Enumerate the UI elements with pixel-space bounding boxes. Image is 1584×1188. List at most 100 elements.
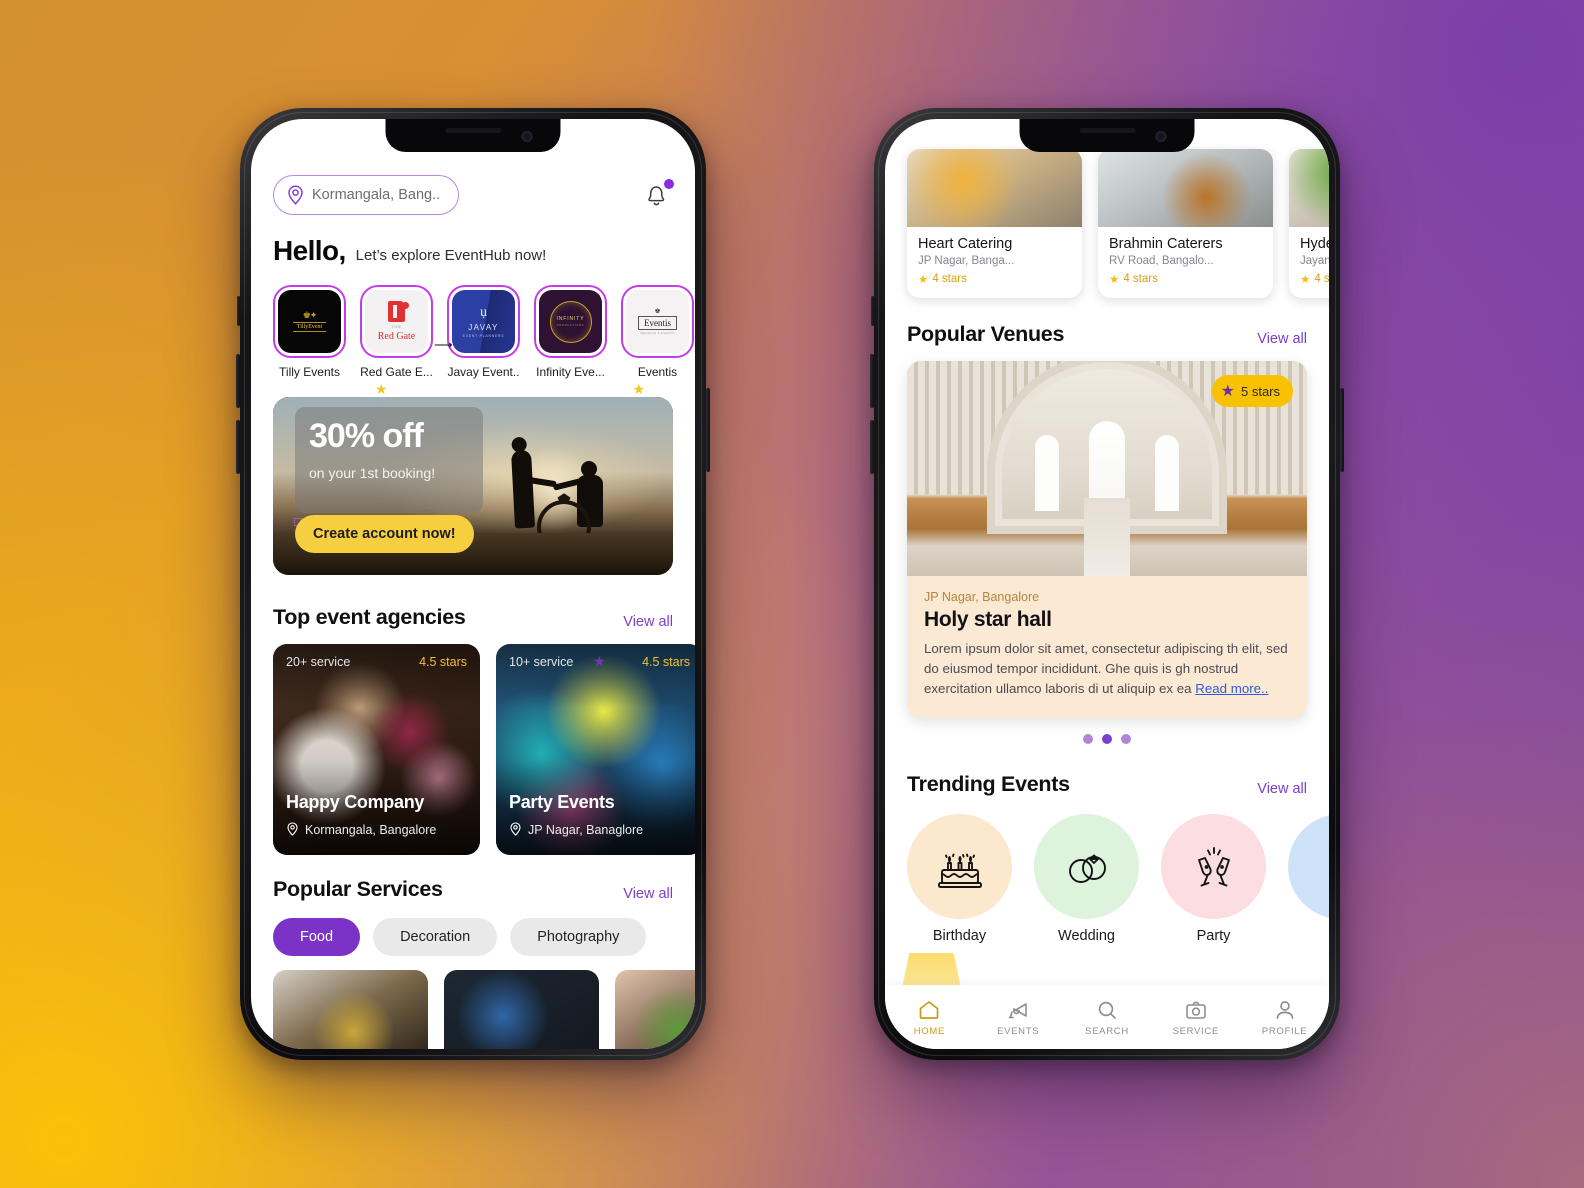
star-icon: ★ (1109, 274, 1120, 286)
tab-events[interactable]: EVENTS (974, 998, 1063, 1037)
carousel-dot[interactable] (1083, 733, 1093, 744)
agency-tile[interactable]: ♚✦ TillyEvent Tilly Events (273, 285, 346, 379)
create-account-button[interactable]: Create account now! (295, 515, 474, 553)
greeting-row: Hello, Let’s explore EventHub now! (251, 215, 695, 267)
tab-label: SERVICE (1172, 1025, 1219, 1037)
carousel-dots[interactable] (885, 718, 1329, 744)
tab-label: PROFILE (1261, 1025, 1308, 1037)
top-agencies-list[interactable]: 20+ service 4.5 stars Happy Company Korm… (251, 630, 695, 855)
cathedral-window (1155, 435, 1179, 511)
volume-up-button[interactable] (870, 354, 874, 408)
greeting-title: Hello, (273, 235, 346, 266)
volume-up-button[interactable] (236, 354, 240, 408)
location-selector[interactable]: Kormangala, Bang.. (273, 175, 460, 215)
agency-tile[interactable]: THE Red Gate Red Gate E... (360, 285, 433, 379)
service-image-strip[interactable] (251, 956, 695, 1049)
service-count: 10+ service (509, 655, 574, 669)
tab-profile[interactable]: PROFILE (1240, 998, 1329, 1037)
venue-details: JP Nagar, Bangalore Holy star hall Lorem… (907, 576, 1307, 718)
mute-switch[interactable] (237, 296, 240, 326)
home-icon (917, 998, 941, 1022)
promo-banner[interactable]: 30% off on your 1st booking! ☐ ◯ Create … (273, 397, 673, 575)
banner-text-panel: 30% off on your 1st booking! (295, 407, 483, 513)
agency-logo: ♚ Eventis WEDDING & EVENTS (621, 285, 694, 358)
agency-logo: ♚✦ TillyEvent (273, 285, 346, 358)
carousel-dot[interactable] (1121, 733, 1131, 744)
promo-banner-wrap: ★ ★ 30% off on your 1st booking! ☐ (251, 379, 695, 575)
banner-subtitle: on your 1st booking! (309, 464, 436, 481)
trending-event-label: Party (1196, 927, 1231, 944)
agency-tile[interactable]: ⟶ ụ JAVAY EVENT PLANNERS Javay Event.. (434, 285, 520, 379)
phone-mockup-left: Kormangala, Bang.. Hello, Let’s explore … (236, 108, 710, 1060)
trending-event-wedding[interactable]: Wedding (1034, 813, 1139, 944)
star-icon: ★ (375, 381, 388, 397)
agency-card-name: Happy Company (286, 792, 425, 812)
tab-service[interactable]: SERVICE (1151, 998, 1240, 1037)
caterer-card[interactable]: Hyder C Jayanager, ★ 4 stars (1289, 149, 1329, 298)
trending-events-header: Trending Events View all (885, 772, 1329, 797)
phone-mockup-right: Heart Catering JP Nagar, Banga... ★ 4 st… (870, 108, 1344, 1060)
agency-card[interactable]: 10+ service 4.5 stars ★ Party Events JP … (496, 644, 695, 855)
chip-food[interactable]: Food (273, 918, 361, 956)
search-icon (1095, 998, 1119, 1022)
service-card[interactable] (273, 970, 428, 1049)
star-icon: ★ (593, 653, 606, 669)
agency-logo-strip[interactable]: ♚✦ TillyEvent Tilly Events THE Red Gate (251, 267, 695, 379)
cathedral-aisle (1084, 498, 1130, 576)
caterer-card[interactable]: Brahmin Caterers RV Road, Bangalo... ★ 4… (1098, 149, 1273, 298)
screen-left: Kormangala, Bang.. Hello, Let’s explore … (251, 119, 695, 1049)
tab-home[interactable]: HOME (885, 998, 974, 1037)
trending-event-birthday[interactable]: Birthday (907, 813, 1012, 944)
tab-search[interactable]: SEARCH (1063, 998, 1152, 1037)
agency-logo: ụ JAVAY EVENT PLANNERS (447, 285, 520, 358)
agency-logo: THE Red Gate (360, 285, 433, 358)
megaphone-icon (1006, 998, 1030, 1022)
read-more-link[interactable]: Read more.. (1195, 681, 1268, 696)
popular-services-header: Popular Services View all (251, 877, 695, 902)
person-silhouette (510, 449, 536, 529)
chip-photography[interactable]: Photography (510, 918, 647, 956)
view-all-link[interactable]: View all (623, 886, 673, 902)
trending-event-label: Wedding (1058, 927, 1115, 944)
star-icon: ★ (1220, 383, 1235, 400)
caterer-name: Heart Catering (918, 236, 1013, 252)
venue-name: Holy star hall (924, 608, 1052, 631)
caterer-location: JP Nagar, Banga... (918, 255, 1015, 267)
carousel-dot-active[interactable] (1102, 733, 1112, 744)
speaker-grille (1079, 128, 1135, 133)
home-screen-scrolled: Heart Catering JP Nagar, Banga... ★ 4 st… (885, 119, 1329, 1049)
view-all-link[interactable]: View all (623, 614, 673, 630)
power-button[interactable] (706, 388, 710, 472)
camera-icon (1184, 998, 1208, 1022)
chip-decoration[interactable]: Decoration (373, 918, 498, 956)
service-card[interactable] (444, 970, 599, 1049)
caterer-rating: ★ 4 stars (1300, 273, 1329, 286)
service-category-chips[interactable]: Food Decoration Photography (251, 902, 695, 956)
location-label: Kormangala, Bang.. (312, 187, 441, 203)
trending-event-party[interactable]: Party (1161, 813, 1266, 944)
rating-label: 4.5 stars (642, 655, 690, 669)
top-agencies-header: Top event agencies View all (251, 605, 695, 630)
power-button[interactable] (1340, 388, 1344, 472)
star-icon: ★ (1300, 274, 1311, 286)
mute-switch[interactable] (871, 296, 874, 326)
agency-card[interactable]: 20+ service 4.5 stars Happy Company Korm… (273, 644, 480, 855)
notification-button[interactable] (643, 179, 674, 211)
volume-down-button[interactable] (236, 420, 240, 474)
person-icon (1273, 998, 1297, 1022)
trending-events-list[interactable]: Birthday Wedding Party (885, 797, 1329, 944)
caterer-card[interactable]: Heart Catering JP Nagar, Banga... ★ 4 st… (907, 149, 1082, 298)
view-all-link[interactable]: View all (1257, 331, 1307, 347)
volume-down-button[interactable] (870, 420, 874, 474)
view-all-link[interactable]: View all (1257, 781, 1307, 797)
trending-event-partial[interactable] (1288, 813, 1329, 944)
agency-tile[interactable]: ♚ Eventis WEDDING & EVENTS Eventis (621, 285, 694, 379)
champagne-glasses-icon (1186, 838, 1242, 894)
service-card[interactable] (615, 970, 695, 1049)
bottom-tab-bar[interactable]: HOME EVENTS SEARCH SERVICE PROFILE (885, 985, 1329, 1049)
venue-card[interactable]: ★ 5 stars JP Nagar, Bangalore Holy star … (907, 361, 1307, 718)
section-title: Top event agencies (273, 605, 466, 629)
agency-tile[interactable]: INFINITY PRODUCTIONS Infinity Eve... (534, 285, 607, 379)
rating-label: 4.5 stars (419, 655, 467, 669)
caterer-image (907, 149, 1082, 227)
